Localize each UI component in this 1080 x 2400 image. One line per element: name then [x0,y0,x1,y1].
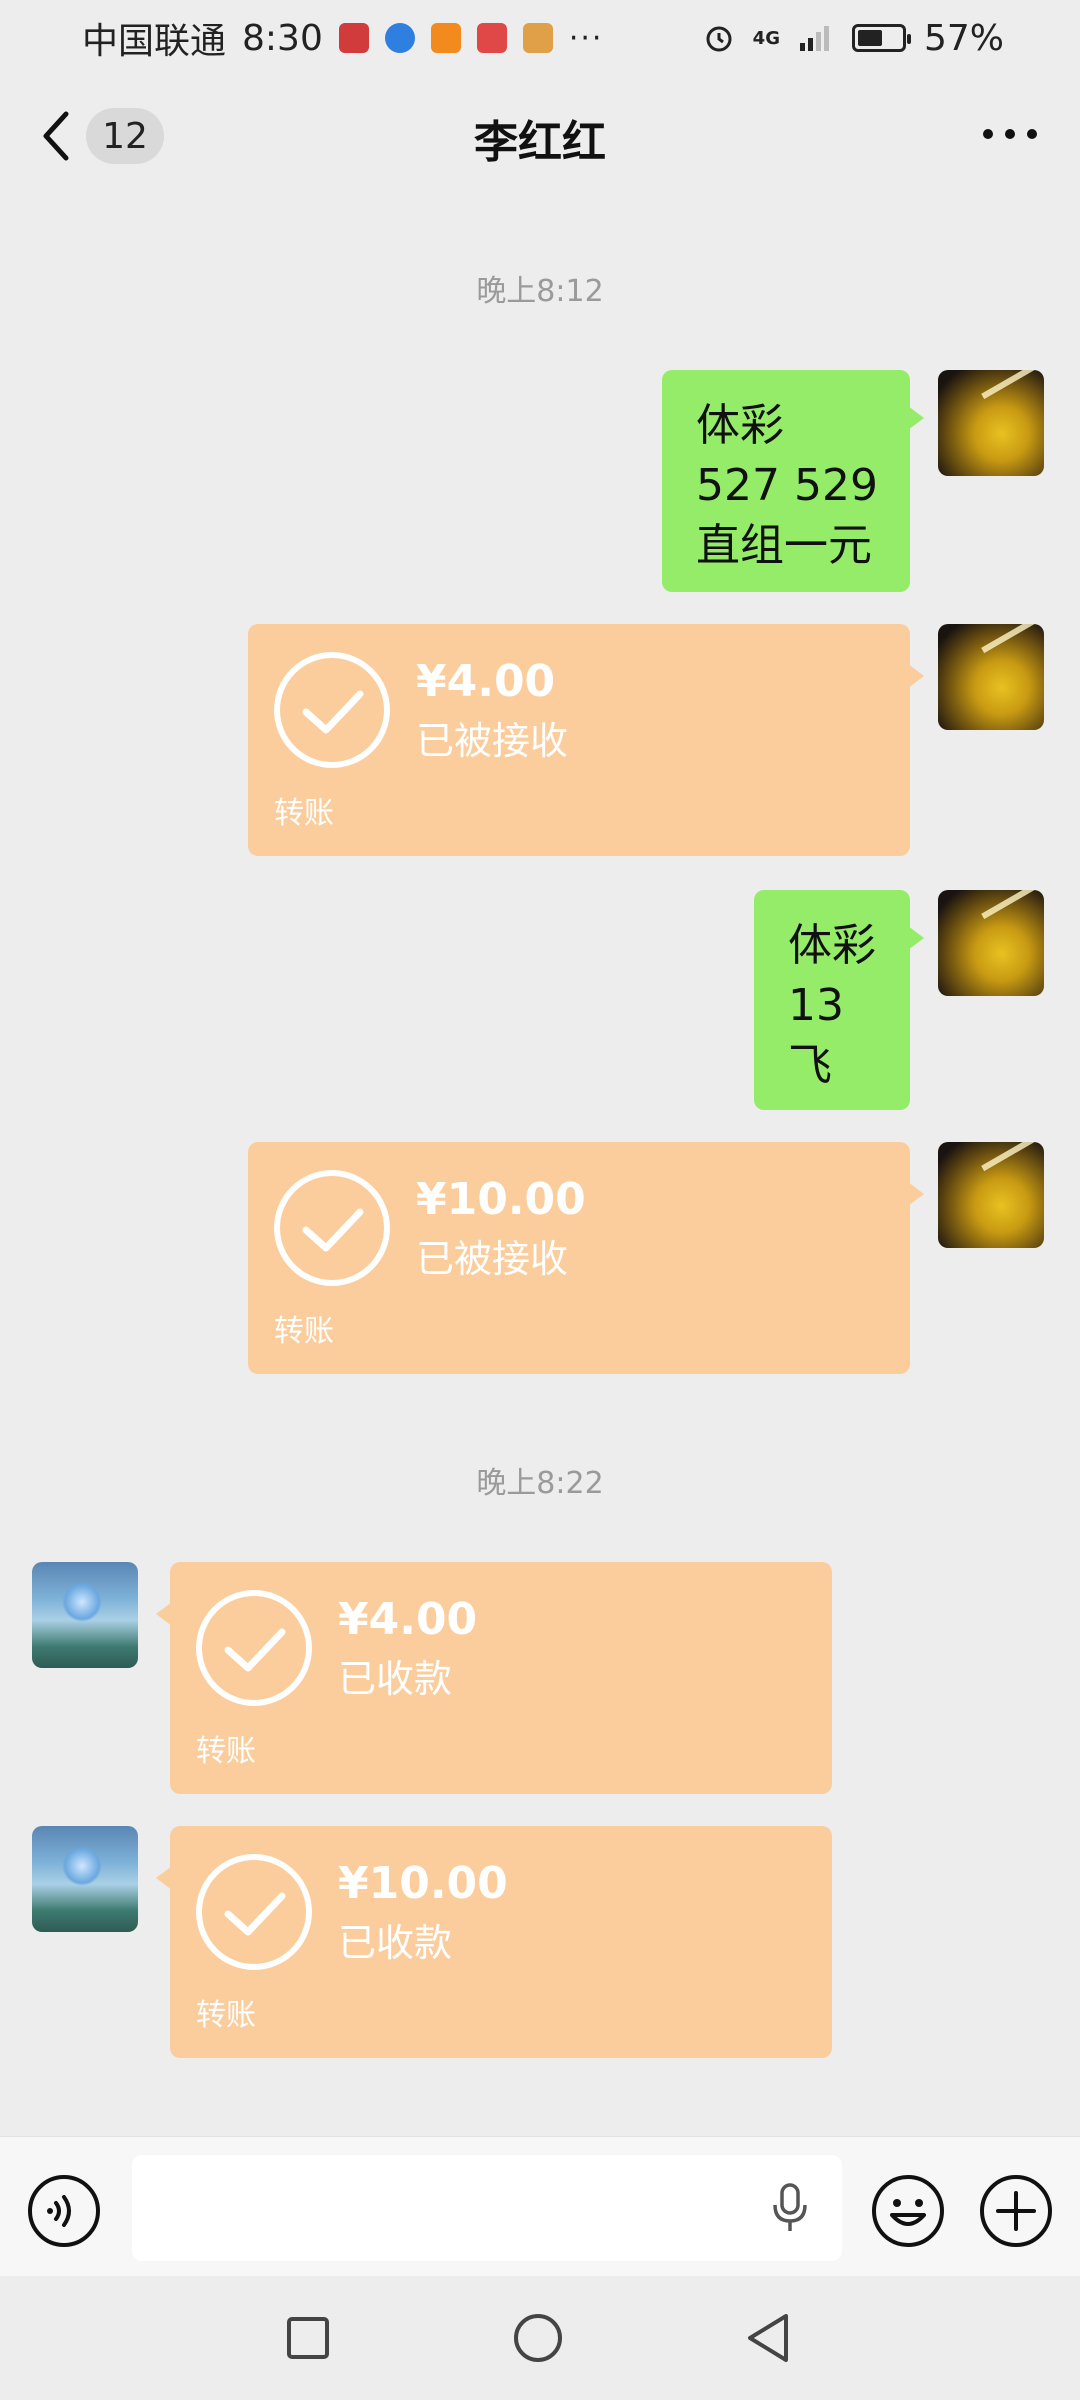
message-bubble[interactable]: 体彩 13 飞 [754,890,924,1110]
message-line: 直组一元 [696,520,872,571]
message-line: 13 [788,980,844,1031]
transfer-label: 转账 [196,1734,256,1769]
check-circle-icon [196,1854,312,1970]
message-line: 体彩 [788,920,876,971]
check-circle-icon [274,1170,390,1286]
chat-screen: 中国联通 8:30 ··· 4G 57% 12 李红红 晚上8:12 体彩 52… [0,0,1080,2400]
emoji-icon[interactable] [870,2173,946,2249]
check-circle-icon [274,652,390,768]
my-avatar[interactable] [938,890,1044,996]
home-icon[interactable] [512,2312,564,2364]
alarm-icon [706,26,732,52]
nav-back-icon[interactable] [742,2310,794,2366]
timestamp-label: 晚上8:12 [476,274,604,309]
transfer-status: 已被接收 [416,719,569,763]
battery-percent: 57% [923,17,1004,59]
plus-icon[interactable] [978,2173,1054,2249]
network-type: 4G [752,27,780,49]
transfer-amount: ¥10.00 [416,1174,586,1225]
message-line: 体彩 [696,400,784,451]
voice-icon[interactable] [26,2173,102,2249]
recent-apps-icon[interactable] [286,2316,330,2360]
status-bar: 中国联通 8:30 ··· 4G 57% [0,0,1080,76]
transfer-card[interactable]: ¥10.00 已被接收 转账 [248,1142,924,1374]
chat-title: 李红红 [474,117,606,168]
chat-header: 12 李红红 [0,76,1080,200]
carrier-name: 中国联通 [82,21,227,62]
my-avatar[interactable] [938,624,1044,730]
message-line: 527 529 [696,460,878,511]
message-line: 飞 [788,1040,832,1091]
message-input[interactable] [132,2155,842,2261]
check-circle-icon [196,1590,312,1706]
mail-notification-icon [338,23,369,53]
transfer-status: 已收款 [338,1921,453,1965]
contact-avatar[interactable] [32,1826,138,1932]
mic-icon[interactable] [770,2183,810,2233]
game-notification-icon [476,23,507,53]
message-input-bar [0,2136,1080,2277]
video-notification-icon [430,23,461,53]
game-notification-icon-2 [522,23,553,53]
transfer-amount: ¥4.00 [338,1594,478,1645]
battery-icon [851,24,911,52]
transfer-status: 已被接收 [416,1237,569,1281]
transfer-card[interactable]: ¥10.00 已收款 转账 [156,1826,832,2058]
transfer-amount: ¥10.00 [338,1858,508,1909]
transfer-status: 已收款 [338,1657,453,1701]
transfer-label: 转账 [274,1314,334,1349]
transfer-card[interactable]: ¥4.00 已收款 转账 [156,1562,832,1794]
message-bubble[interactable]: 体彩 527 529 直组一元 [662,370,924,592]
signal-icon [799,26,829,51]
timestamp-label: 晚上8:22 [476,1466,604,1501]
system-navigation-bar [0,2276,1080,2400]
transfer-card[interactable]: ¥4.00 已被接收 转账 [248,624,924,856]
transfer-amount: ¥4.00 [416,656,556,707]
browser-notification-icon [384,23,415,53]
clock: 8:30 [242,17,323,59]
my-avatar[interactable] [938,370,1044,476]
contact-avatar[interactable] [32,1562,138,1668]
more-notifications-icon: ··· [568,20,604,56]
transfer-label: 转账 [274,796,334,831]
more-options-icon[interactable] [980,124,1040,144]
transfer-label: 转账 [196,1998,256,2033]
my-avatar[interactable] [938,1142,1044,1248]
